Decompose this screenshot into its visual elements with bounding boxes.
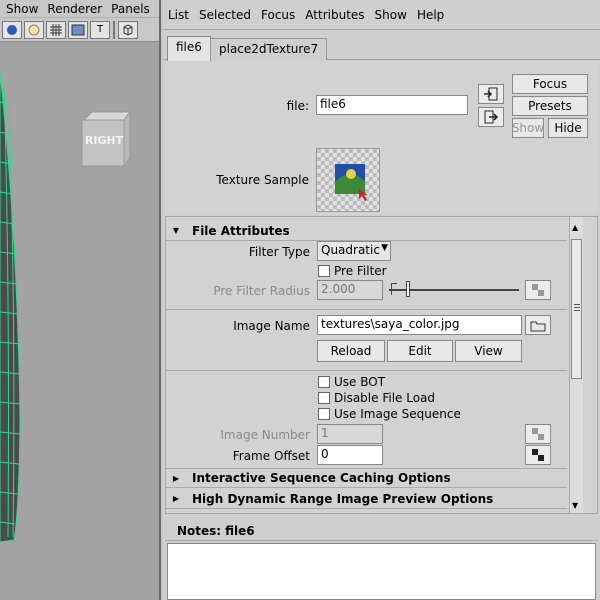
edit-button[interactable]: Edit (387, 340, 453, 362)
output-connections-icon[interactable] (478, 107, 504, 127)
menu-focus[interactable]: Focus (261, 8, 295, 22)
map-frame-offset-icon[interactable] (525, 445, 551, 465)
hide-button[interactable]: Hide (548, 118, 588, 138)
image-name-label: Image Name (233, 319, 310, 333)
sequence-group: Use BOT Disable File Load Use Image Sequ… (166, 370, 567, 468)
node-tabs: file6 place2dTexture7 (163, 30, 600, 61)
tab-place2dtexture7[interactable]: place2dTexture7 (210, 38, 328, 60)
scroll-down-icon[interactable]: ▼ (572, 501, 578, 510)
filter-type-dropdown[interactable]: Quadratic ▼ (317, 241, 391, 261)
menu-list[interactable]: List (168, 8, 189, 22)
frame-offset-label: Frame Offset (232, 449, 310, 463)
toolbar-separator (113, 20, 115, 39)
menu-panels[interactable]: Panels (111, 2, 150, 16)
frame-offset-field[interactable]: 0 (317, 445, 383, 465)
map-texture-icon[interactable] (525, 280, 551, 300)
scrollbar-thumb[interactable] (571, 239, 582, 379)
menu-selected[interactable]: Selected (199, 8, 251, 22)
pre-filter-checkbox[interactable] (318, 265, 330, 277)
menu-help[interactable]: Help (417, 8, 444, 22)
use-bot-checkbox[interactable] (318, 376, 330, 388)
grid-icon[interactable] (46, 20, 66, 39)
view-cube[interactable]: RIGHT (80, 108, 132, 168)
section-file-attributes[interactable]: ▼ File Attributes (166, 221, 567, 241)
cube-view-icon[interactable] (118, 20, 138, 39)
ae-menubar: List Selected Focus Attributes Show Help (163, 0, 600, 30)
disable-file-load-label: Disable File Load (334, 391, 436, 405)
attributes-scroll-pane[interactable]: ▼ File Attributes Filter Type Quadratic … (165, 216, 598, 514)
chevron-down-icon: ▼ (381, 243, 388, 253)
section-hdr-preview[interactable]: ▶ High Dynamic Range Image Preview Optio… (166, 489, 567, 509)
use-bot-label: Use BOT (334, 375, 386, 389)
view-cube-label: RIGHT (84, 134, 124, 147)
show-button[interactable]: Show (512, 118, 544, 138)
section-title: High Dynamic Range Image Preview Options (192, 491, 494, 506)
image-number-field[interactable]: 1 (317, 424, 383, 444)
tab-file6[interactable]: file6 (167, 36, 211, 61)
pre-filter-radius-label: Pre Filter Radius (213, 284, 310, 298)
notes-node-name: file6 (225, 523, 255, 538)
disable-file-load-checkbox[interactable] (318, 392, 330, 404)
text-icon[interactable]: T (90, 20, 110, 39)
texture-sample-label: Texture Sample (216, 173, 309, 187)
section-title: File Attributes (192, 223, 290, 238)
notes-label: Notes: (177, 523, 222, 538)
node-header: file: file6 Focus Presets Show Hide Text… (165, 62, 598, 214)
expand-arrow-icon[interactable]: ▶ (166, 489, 186, 509)
notes-header: Notes: file6 (165, 521, 598, 541)
focus-button[interactable]: Focus (512, 74, 588, 94)
presets-button[interactable]: Presets (512, 96, 588, 116)
viewport-menubar: Show Renderer Panels (0, 0, 159, 18)
reload-button[interactable]: Reload (317, 340, 385, 362)
menu-attributes[interactable]: Attributes (305, 8, 364, 22)
file-name-field[interactable]: file6 (316, 95, 468, 115)
filter-type-label: Filter Type (248, 245, 310, 259)
viewport-canvas[interactable]: RIGHT (0, 42, 159, 600)
file-label: file: (286, 99, 309, 113)
notes-textarea[interactable] (167, 543, 596, 600)
menu-show[interactable]: Show (6, 2, 38, 16)
image-name-field[interactable]: textures\saya_color.jpg (317, 315, 522, 335)
image-number-label: Image Number (220, 428, 310, 442)
map-image-number-icon[interactable] (525, 424, 551, 444)
menu-show[interactable]: Show (375, 8, 407, 22)
collapse-arrow-icon[interactable]: ▼ (166, 221, 186, 241)
menu-renderer[interactable]: Renderer (47, 2, 102, 16)
viewport-toolbar: T (0, 18, 159, 42)
shaded-sphere-icon[interactable] (2, 20, 22, 39)
input-connections-icon[interactable] (478, 84, 504, 104)
texture-sample-swatch[interactable] (316, 148, 380, 212)
image-plane-icon[interactable] (68, 20, 88, 39)
folder-icon[interactable] (525, 315, 551, 335)
viewport-panel: Show Renderer Panels T RIGHT (0, 0, 161, 600)
attribute-editor: List Selected Focus Attributes Show Help… (163, 0, 600, 600)
view-button[interactable]: View (455, 340, 522, 362)
scroll-up-icon[interactable]: ▲ (572, 223, 578, 232)
section-title: Interactive Sequence Caching Options (192, 471, 451, 485)
use-image-sequence-checkbox[interactable] (318, 408, 330, 420)
filter-type-value: Quadratic (321, 243, 380, 257)
slider-handle[interactable] (406, 281, 410, 297)
expand-arrow-icon[interactable]: ▶ (166, 468, 186, 488)
use-image-sequence-label: Use Image Sequence (334, 407, 461, 421)
pre-filter-label: Pre Filter (334, 264, 387, 278)
section-interactive-sequence[interactable]: ▶ Interactive Sequence Caching Options (166, 468, 567, 488)
vertical-scrollbar[interactable]: ▲ ▼ (569, 217, 583, 513)
lighting-sphere-icon[interactable] (24, 20, 44, 39)
image-name-group: Image Name textures\saya_color.jpg Reloa… (166, 309, 567, 369)
slider-min-stop (391, 283, 397, 295)
pre-filter-radius-field[interactable]: 2.000 (317, 280, 383, 300)
